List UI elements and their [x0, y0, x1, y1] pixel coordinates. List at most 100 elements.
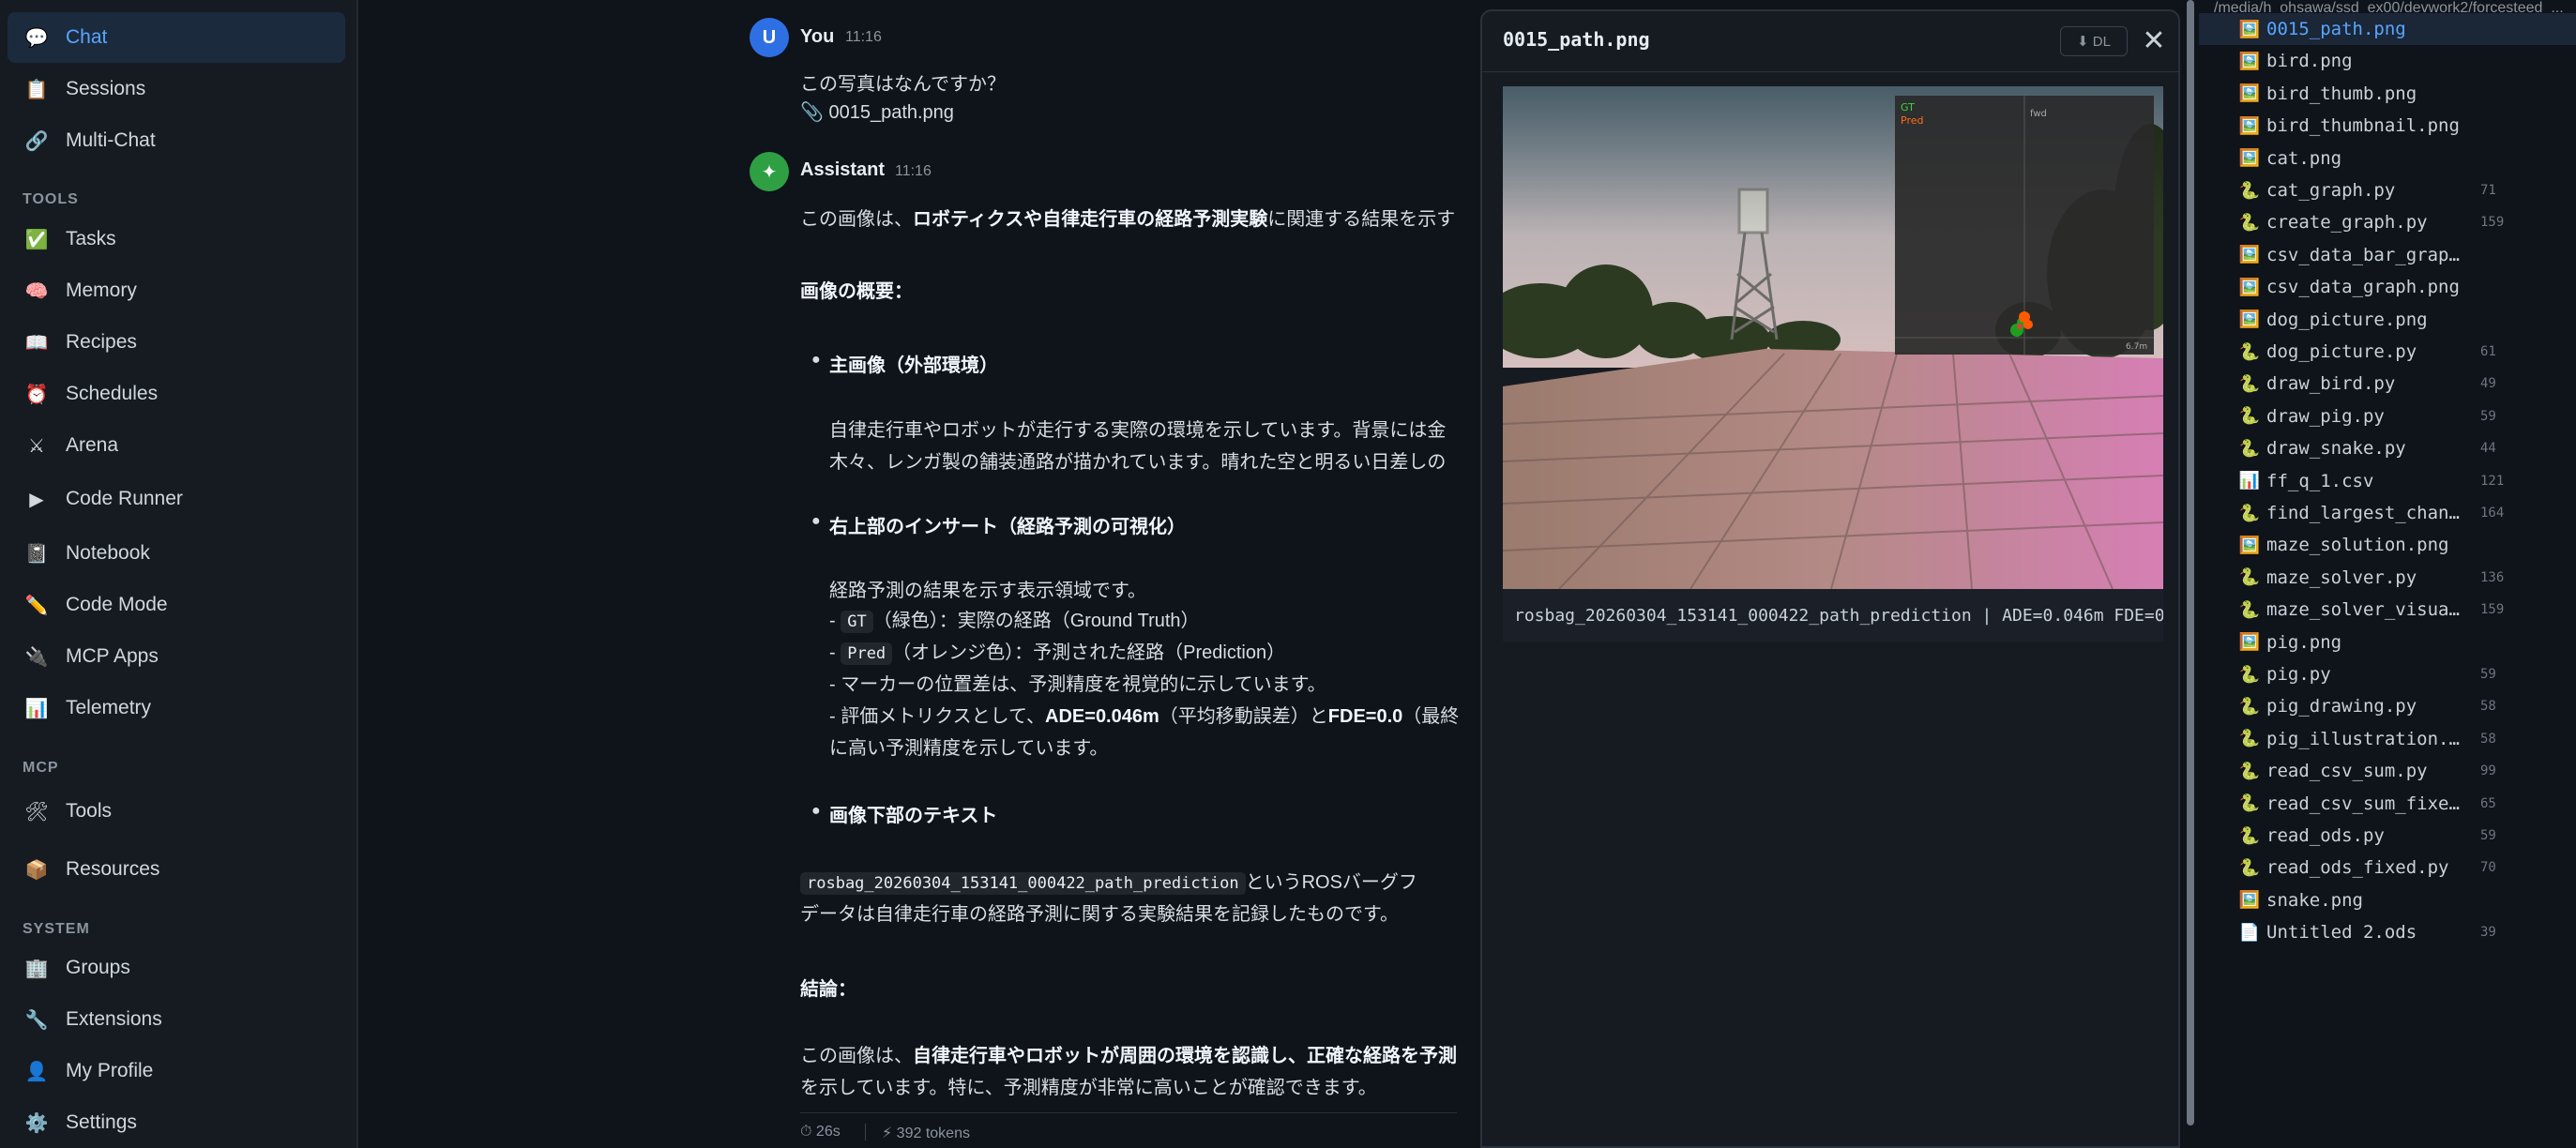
file-item[interactable]: 📊 ff_q_1.csv 121	[2199, 465, 2576, 497]
sidebar-item-tools[interactable]: 🛠 Tools	[8, 786, 345, 837]
sidebar-item-label: Sessions	[66, 78, 146, 99]
file-item[interactable]: 🐍 read_csv_sum_fixed… 65	[2199, 788, 2576, 820]
file-item[interactable]: 🐍 maze_solver.py 136	[2199, 562, 2576, 594]
sidebar-item-schedules[interactable]: ⏰ Schedules	[8, 369, 345, 419]
file-browser-scrollbar[interactable]	[2187, 0, 2194, 1125]
sessions-icon: 📋	[24, 79, 49, 100]
assistant-avatar: ✦	[750, 152, 789, 191]
file-type-icon: 🖼️	[2238, 83, 2261, 103]
file-item[interactable]: 🖼️ 0015_path.png	[2199, 13, 2576, 45]
file-line-count: 39	[2480, 925, 2496, 941]
scene-illustration: GT Pred fwd 6.7m	[1503, 86, 2163, 589]
file-name: bird_thumb.png	[2266, 83, 2417, 104]
code-mode-icon: ✏️	[24, 595, 49, 616]
file-type-icon: 📄	[2238, 922, 2261, 942]
file-item[interactable]: 🐍 read_ods.py 59	[2199, 820, 2576, 852]
sidebar-item-chat[interactable]: 💬 Chat	[8, 12, 345, 63]
file-item[interactable]: 🖼️ bird.png	[2199, 45, 2576, 77]
file-type-icon: 🐍	[2238, 664, 2261, 684]
pred-marker	[2023, 320, 2033, 329]
file-item[interactable]: 🐍 pig_illustration.py 58	[2199, 723, 2576, 755]
file-item[interactable]: 🖼️ csv_data_bar_graph.png	[2199, 239, 2576, 271]
sidebar-item-memory[interactable]: 🧠 Memory	[8, 265, 345, 316]
file-type-icon: 🐍	[2238, 503, 2261, 522]
sidebar-item-multi-chat[interactable]: 🔗 Multi-Chat	[8, 115, 345, 166]
file-item[interactable]: 🐍 find_largest_chan… 164	[2199, 497, 2576, 529]
download-button[interactable]: ⬇ DL	[2060, 26, 2128, 56]
file-type-icon: 🐍	[2238, 567, 2261, 587]
sidebar-item-mcp-apps[interactable]: 🔌 MCP Apps	[8, 631, 345, 682]
sidebar-item-my-profile[interactable]: 👤 My Profile	[8, 1046, 345, 1096]
sidebar-item-telemetry[interactable]: 📊 Telemetry	[8, 683, 345, 733]
code-runner-icon: ▶	[29, 489, 44, 510]
file-item[interactable]: 🐍 dog_picture.py 61	[2199, 336, 2576, 368]
inset-scale-label: 6.7m	[2126, 342, 2147, 352]
inset-pred-label: Pred	[1901, 114, 1923, 127]
file-item[interactable]: 🖼️ snake.png	[2199, 884, 2576, 916]
bullet-icon: ●	[811, 513, 821, 529]
close-icon[interactable]: ✕	[2139, 24, 2169, 56]
file-item[interactable]: 🐍 pig_drawing.py 58	[2199, 690, 2576, 722]
file-item[interactable]: 🐍 read_csv_sum.py 99	[2199, 755, 2576, 787]
sidebar-item-resources[interactable]: 📦 Resources	[8, 844, 345, 895]
sidebar-item-groups[interactable]: 🏢 Groups	[8, 943, 345, 993]
file-item[interactable]: 🐍 pig.py 59	[2199, 658, 2576, 690]
section-system: SYSTEM	[23, 921, 90, 937]
sidebar-item-code-mode[interactable]: ✏️ Code Mode	[8, 580, 345, 630]
conclusion-line-1: この画像は、自律走行車やロボットが周囲の環境を認識し、正確な経路を予測	[800, 1046, 1457, 1066]
file-item[interactable]: 🖼️ pig.png	[2199, 627, 2576, 658]
file-line-count: 164	[2480, 506, 2505, 521]
sidebar-item-recipes[interactable]: 📖 Recipes	[8, 317, 345, 368]
file-type-icon: 🐍	[2238, 599, 2261, 619]
file-item[interactable]: 🐍 read_ods_fixed.py 70	[2199, 852, 2576, 884]
file-item[interactable]: 🐍 create_graph.py 159	[2199, 206, 2576, 238]
schedules-icon: ⏰	[24, 384, 49, 405]
file-type-icon: 🖼️	[2238, 535, 2261, 554]
file-item[interactable]: 🖼️ dog_picture.png	[2199, 304, 2576, 336]
file-type-icon: 🐍	[2238, 696, 2261, 716]
file-item[interactable]: 🖼️ cat.png	[2199, 143, 2576, 174]
file-item[interactable]: 🐍 draw_snake.py 44	[2199, 432, 2576, 464]
file-name: create_graph.py	[2266, 212, 2428, 234]
metrics-line: - 評価メトリクスとして、ADE=0.046m（平均移動誤差）とFDE=0.0（…	[829, 706, 1460, 727]
section-tools: TOOLS	[23, 191, 79, 207]
file-name: dog_picture.py	[2266, 341, 2417, 362]
attachment-link[interactable]: 📎 0015_path.png	[800, 100, 954, 124]
tools-icon: 🛠	[24, 801, 49, 823]
file-name: cat.png	[2266, 147, 2342, 169]
file-line-count: 61	[2480, 344, 2496, 359]
file-item[interactable]: 📄 Untitled 2.ods 39	[2199, 916, 2576, 948]
sidebar-item-code-runner[interactable]: ▶ Code Runner	[8, 474, 345, 524]
extensions-icon: 🔧	[24, 1009, 49, 1031]
bullet-1-title: 主画像（外部環境）	[829, 355, 998, 376]
file-type-icon: 🐍	[2238, 825, 2261, 845]
file-item[interactable]: 🖼️ csv_data_graph.png	[2199, 271, 2576, 303]
file-type-icon: 🐍	[2238, 793, 2261, 813]
inset-gt-label: GT	[1901, 101, 1915, 113]
sidebar-item-settings[interactable]: ⚙️ Settings	[8, 1097, 345, 1148]
sidebar-item-tasks[interactable]: ✅ Tasks	[8, 214, 345, 264]
file-item[interactable]: 🐍 cat_graph.py 71	[2199, 174, 2576, 206]
file-type-icon: 🐍	[2238, 406, 2261, 426]
file-type-icon: 🖼️	[2238, 115, 2261, 135]
assistant-name: Assistant	[800, 159, 886, 180]
file-line-count: 99	[2480, 763, 2496, 779]
bullet-1-line-1: 自律走行車やロボットが走行する実際の環境を示しています。背景には金	[829, 420, 1447, 441]
file-item[interactable]: 🐍 maze_solver_visua… 159	[2199, 594, 2576, 626]
sidebar-item-notebook[interactable]: 📓 Notebook	[8, 528, 345, 579]
file-type-icon: 🖼️	[2238, 148, 2261, 168]
file-item[interactable]: 🐍 draw_pig.py 59	[2199, 400, 2576, 432]
telemetry-icon: 📊	[24, 698, 49, 719]
file-item[interactable]: 🖼️ bird_thumb.png	[2199, 78, 2576, 110]
tasks-icon: ✅	[24, 229, 49, 250]
sidebar-item-arena[interactable]: ⚔ Arena	[8, 420, 345, 471]
file-name: pig.png	[2266, 631, 2342, 653]
file-item[interactable]: 🖼️ maze_solution.png	[2199, 529, 2576, 561]
file-name: find_largest_chan…	[2266, 503, 2460, 523]
sidebar-item-sessions[interactable]: 📋 Sessions	[8, 64, 345, 114]
sidebar-item-extensions[interactable]: 🔧 Extensions	[8, 994, 345, 1045]
file-item[interactable]: 🖼️ bird_thumbnail.png	[2199, 110, 2576, 142]
user-name: You	[800, 26, 835, 47]
file-item[interactable]: 🐍 draw_bird.py 49	[2199, 368, 2576, 400]
file-line-count: 65	[2480, 795, 2496, 811]
